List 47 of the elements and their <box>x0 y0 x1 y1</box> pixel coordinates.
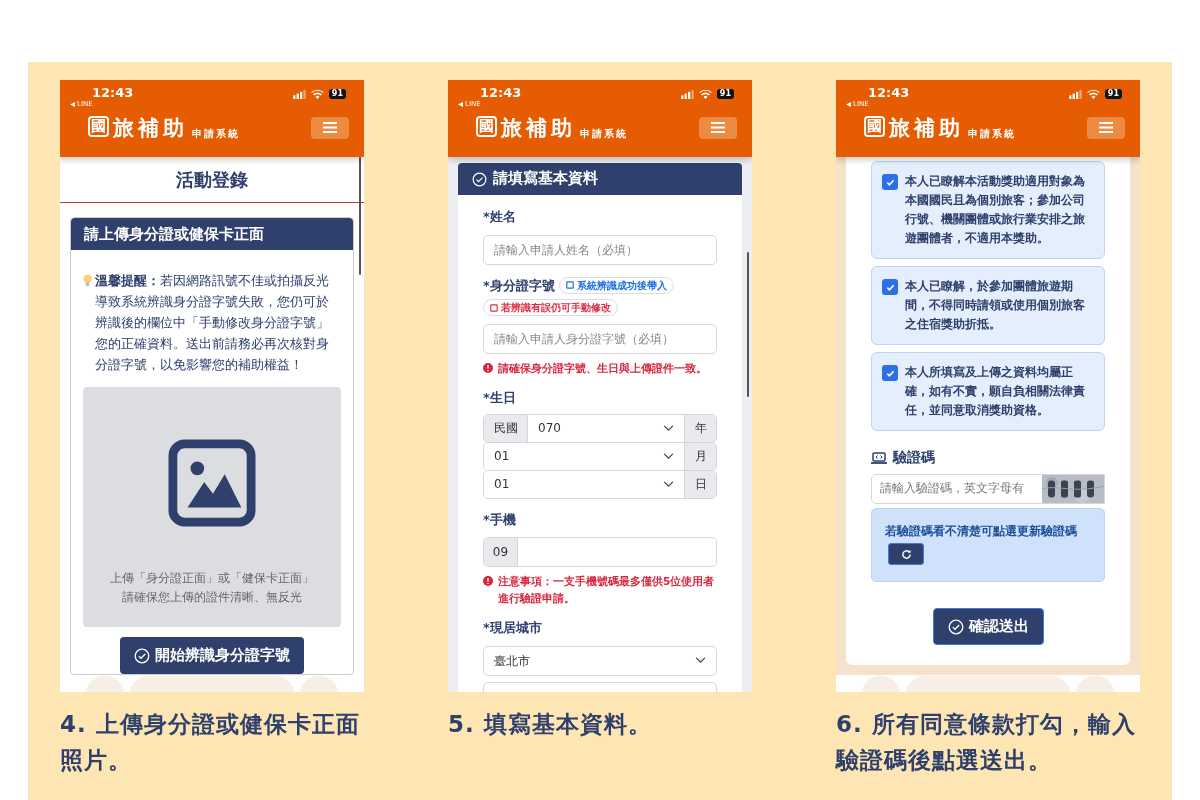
status-time: 12:43 <box>868 86 910 99</box>
battery-indicator: 91 <box>328 89 346 99</box>
captcha-input[interactable]: 請輸入驗證碼，英文字母有 <box>872 475 1042 503</box>
field-label: *身分證字號 <box>483 276 555 295</box>
field-label: *手機 <box>483 510 517 529</box>
phone-field[interactable]: 09 <box>483 537 717 567</box>
text-field[interactable]: 請輸入申請人姓名（必填） <box>483 234 717 265</box>
upload-hint: 請確保您上傳的證件清晰、無反光 <box>122 589 302 606</box>
status-time: 12:43 <box>92 86 134 99</box>
logo-subtitle: 申請系統 <box>580 129 628 139</box>
warning-text: 請確保身分證字號、生日與上傳證件一致。 <box>498 361 707 376</box>
card-title: 請上傳身分證或健保卡正面 <box>84 223 264 245</box>
captcha-field[interactable]: 請輸入驗證碼，英文字母有 <box>871 474 1105 504</box>
agreement-text: 本人所填寫及上傳之資料均屬正確，如有不實，願自負相關法律責任，並同意取消獎助資格。 <box>905 364 1086 419</box>
agreement-text: 本人已瞭解本活動獎助適用對象為本國國民且為個別旅客；參加公司行號、機關團體或旅行業安排之旅遊團體者，不適用本獎助。 <box>905 173 1086 247</box>
step-caption: 6. 所有同意條款打勾，輸入驗證碼後點選送出。 <box>836 710 1137 775</box>
reminder-text: 溫馨提醒：若因網路訊號不佳或拍攝反光導致系統辨識身分證字號失敗，您仍可於辨識後的欄位中「手動修改身分證字號」您的正確資料。送出前請務必再次核對身分證字號，以免影響您的補助權益！ <box>95 272 330 374</box>
field-label: *現居城市 <box>483 619 543 637</box>
logo-mark: 國 <box>88 116 109 137</box>
logo-subtitle: 申請系統 <box>968 129 1016 139</box>
field-label: *生日 <box>483 389 517 407</box>
page-title: 活動登錄 <box>176 168 248 192</box>
step-caption: 5. 填寫基本資料。 <box>448 710 653 739</box>
upload-hint: 上傳「身分證正面」或「健保卡正面」 <box>110 570 314 587</box>
captcha-label: 驗證碼 <box>893 448 935 467</box>
warning-text: 注意事項：一支手機號碼最多僅供5位使用者進行驗證申請。 <box>498 574 716 606</box>
agreement-text: 本人已瞭解，於參加團體旅遊期間，不得同時請領或使用個別旅客之住宿獎助折抵。 <box>905 278 1086 333</box>
logo-title: 旅補助 <box>889 118 964 139</box>
battery-indicator: 91 <box>716 89 734 99</box>
phone-prefix: 09 <box>484 538 518 566</box>
card-title: 請填寫基本資料 <box>493 169 598 189</box>
select-value: 臺北市 <box>494 652 530 670</box>
city-select[interactable]: 臺北市 <box>483 645 717 676</box>
logo-mark: 國 <box>476 116 497 137</box>
recognize-button[interactable]: 開始辨識身分證字號 <box>120 637 304 674</box>
logo-mark: 國 <box>864 116 885 137</box>
battery-indicator: 91 <box>1104 89 1122 99</box>
submit-button[interactable]: 確認送出 <box>932 608 1044 645</box>
text-field[interactable]: 請輸入申請人身分證字號（必填） <box>483 324 717 354</box>
logo-title: 旅補助 <box>501 118 576 139</box>
captcha-hint: 若驗證碼看不清楚可點選更新驗證碼 <box>885 523 1077 540</box>
logo-title: 旅補助 <box>113 118 188 139</box>
status-time: 12:43 <box>480 86 522 99</box>
logo-subtitle: 申請系統 <box>192 129 240 139</box>
field-label: *姓名 <box>483 208 516 226</box>
step-caption: 4. 上傳身分證或健保卡正面照片。 <box>60 710 361 775</box>
upload-area[interactable]: 上傳「身分證正面」或「健保卡正面」 請確保您上傳的證件清晰、無反光 <box>83 387 341 627</box>
